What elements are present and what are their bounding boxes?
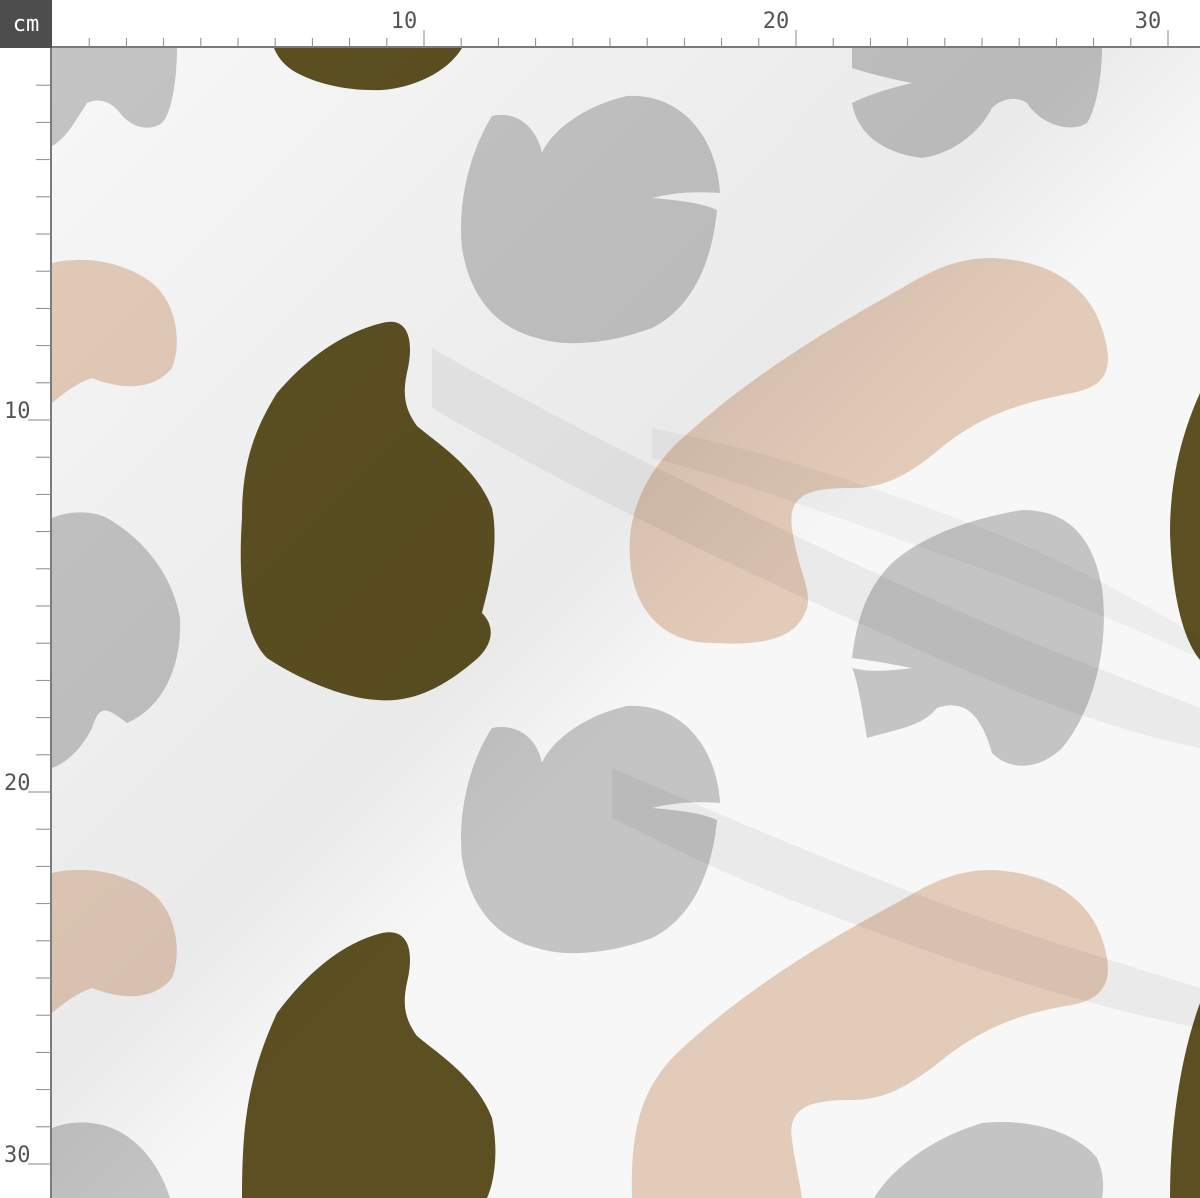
unit-badge: cm [0, 0, 52, 48]
fabric-pattern [52, 48, 1200, 1198]
top-ruler: 10 20 30 [52, 0, 1200, 48]
top-ruler-label-10: 10 [391, 9, 418, 34]
left-ruler-label-30: 30 [4, 1143, 31, 1168]
fabric-fold-shadow [52, 48, 1200, 1198]
left-ruler-label-20: 20 [4, 771, 31, 796]
left-ruler: 10 20 30 [0, 48, 52, 1198]
left-ruler-label-10: 10 [4, 399, 31, 424]
top-ruler-label-20: 20 [763, 9, 790, 34]
top-ruler-label-30: 30 [1135, 9, 1162, 34]
